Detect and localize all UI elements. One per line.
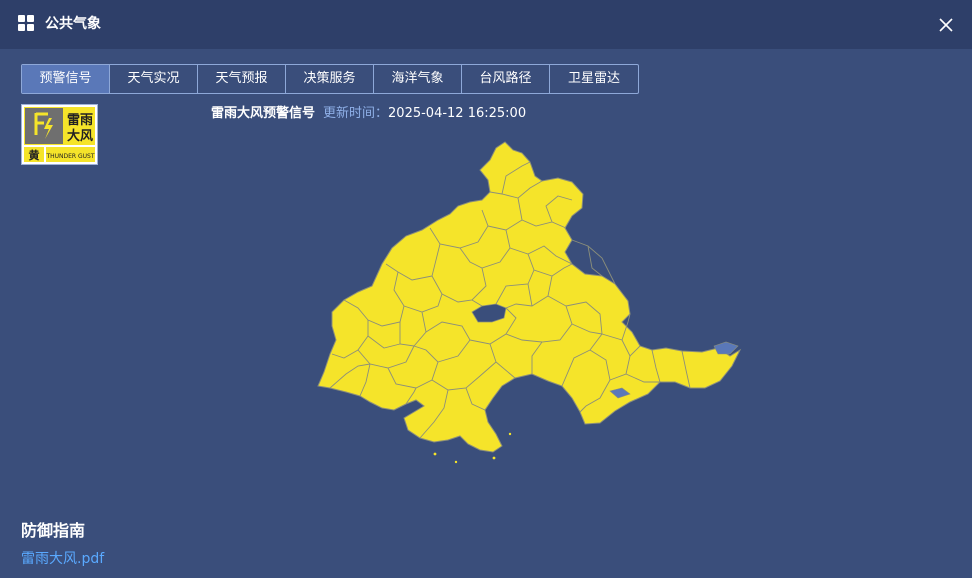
tab-bar: 预警信号 天气实况 天气预报 决策服务 海洋气象 台风路径 卫星雷达	[21, 64, 639, 94]
thunder-gust-warning-icon: 雷雨 大风 黄 THUNDER GUST	[21, 104, 98, 165]
warning-area-map	[317, 141, 742, 464]
badge-text-top: 雷雨	[67, 112, 93, 128]
tab-marine-weather[interactable]: 海洋气象	[374, 65, 462, 93]
tab-warning-signal[interactable]: 预警信号	[22, 65, 110, 93]
tab-typhoon-track[interactable]: 台风路径	[462, 65, 550, 93]
tab-weather-observation[interactable]: 天气实况	[110, 65, 198, 93]
close-icon[interactable]	[936, 15, 956, 35]
tab-satellite-radar[interactable]: 卫星雷达	[550, 65, 638, 93]
grid-icon	[18, 15, 34, 31]
signal-name: 雷雨大风预警信号	[211, 106, 316, 121]
update-label: 更新时间：	[323, 106, 389, 121]
badge-level: 黄	[29, 148, 40, 162]
window-title: 公共气象	[45, 16, 101, 32]
signal-header: 雷雨大风预警信号 更新时间：2025-04-12 16:25:00	[211, 104, 526, 124]
update-time: 2025-04-12 16:25:00	[388, 106, 527, 121]
badge-text-mid: 大风	[67, 128, 93, 144]
guide-pdf-link[interactable]: 雷雨大风.pdf	[21, 549, 104, 569]
tab-decision-service[interactable]: 决策服务	[286, 65, 374, 93]
warning-badge-graphic: 雷雨 大风 黄 THUNDER GUST	[22, 105, 97, 164]
badge-english: THUNDER GUST	[45, 153, 94, 160]
defense-guide-title: 防御指南	[21, 521, 86, 540]
tab-weather-forecast[interactable]: 天气预报	[198, 65, 286, 93]
window-titlebar: 公共气象	[0, 0, 972, 49]
